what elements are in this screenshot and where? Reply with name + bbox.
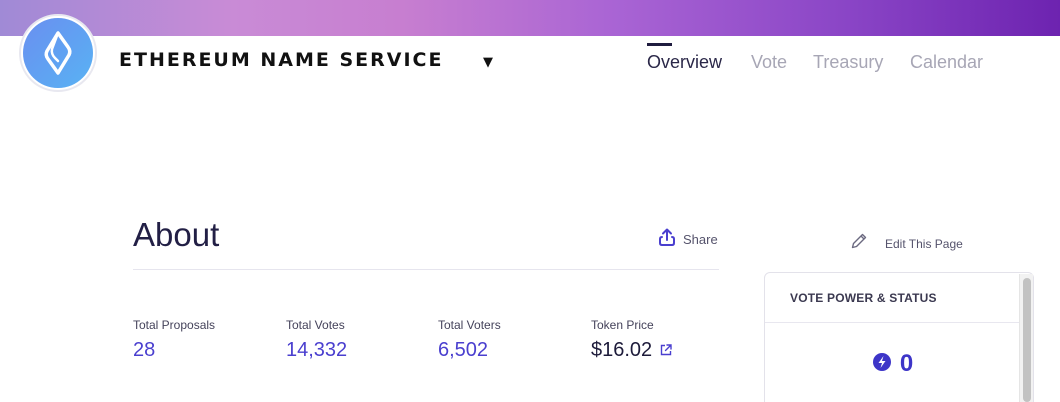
stat-label: Total Voters	[438, 318, 501, 332]
vote-power-display: 0	[765, 350, 1021, 378]
stat-total-votes: Total Votes 14,332	[286, 318, 347, 362]
stat-label: Total Proposals	[133, 318, 216, 332]
tab-treasury[interactable]: Treasury	[813, 52, 883, 73]
stat-label: Total Votes	[286, 318, 345, 332]
about-heading: About	[133, 216, 220, 253]
share-label: Share	[683, 232, 718, 247]
dao-name-title: ETHEREUM NAME SERVICE	[119, 49, 444, 71]
edit-page-button[interactable]: Edit This Page	[850, 232, 963, 255]
bolt-icon	[872, 352, 891, 376]
edit-page-label: Edit This Page	[885, 236, 963, 251]
stat-value: 28	[133, 339, 156, 361]
tab-overview[interactable]: Overview	[647, 52, 722, 73]
active-tab-indicator	[647, 43, 672, 46]
token-price-value: $16.02	[591, 339, 653, 361]
stat-value: 14,332	[286, 339, 348, 361]
stat-value-row: $16.02	[591, 339, 672, 362]
vote-card-title: VOTE POWER & STATUS	[765, 273, 1033, 323]
stat-label: Token Price	[591, 318, 654, 332]
tab-vote[interactable]: Vote	[751, 52, 787, 73]
share-upload-icon	[659, 228, 675, 251]
vote-power-card: VOTE POWER & STATUS 0	[764, 272, 1034, 402]
tab-calendar[interactable]: Calendar	[910, 52, 983, 73]
top-banner	[0, 0, 1060, 36]
stat-token-price: Token Price $16.02	[591, 318, 672, 362]
sidebar-scrollbar[interactable]	[1019, 274, 1033, 402]
stat-total-voters: Total Voters 6,502	[438, 318, 501, 362]
ens-logo-icon	[23, 18, 93, 88]
scrollbar-thumb[interactable]	[1023, 278, 1031, 402]
pencil-icon	[850, 232, 868, 255]
dao-logo[interactable]	[19, 14, 97, 92]
about-divider	[133, 269, 719, 270]
external-link-icon[interactable]	[660, 339, 672, 362]
vote-power-value: 0	[899, 350, 914, 377]
share-button[interactable]: Share	[659, 228, 718, 251]
caret-down-icon[interactable]: ▼	[483, 55, 493, 70]
stat-total-proposals: Total Proposals 28	[133, 318, 215, 362]
stat-value: 6,502	[438, 339, 489, 361]
